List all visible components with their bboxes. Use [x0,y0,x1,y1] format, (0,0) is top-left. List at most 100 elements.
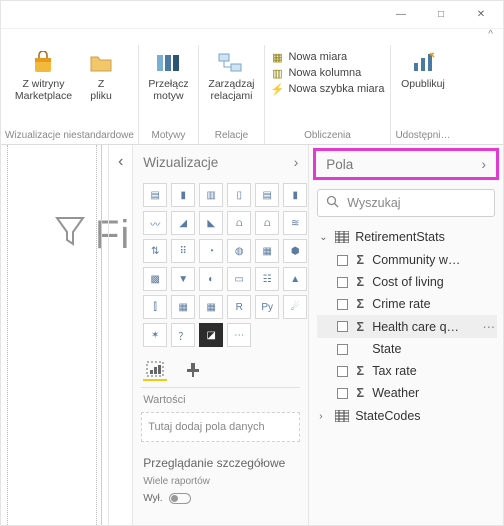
report-canvas-edge [1,145,108,525]
folder-icon [87,50,115,76]
ribbon-collapse-caret-icon[interactable]: ^ [488,29,493,45]
window-minimize-button[interactable]: — [381,1,421,29]
viz-type-table[interactable]: ▦ [171,295,195,319]
viz-type-scatter[interactable]: ⠿ [171,239,195,263]
viz-type-py-visual[interactable]: Py [255,295,279,319]
viz-type-ribbon[interactable]: ≋ [283,211,307,235]
marketplace-button[interactable]: Z witryny Marketplace [15,48,72,128]
chevron-left-icon: ‹ [118,153,123,171]
field-checkbox[interactable] [337,388,348,399]
viz-type-100-column[interactable]: ▮ [283,183,307,207]
field-checkbox[interactable] [337,277,348,288]
viz-type-funnel[interactable]: ▼ [171,267,195,291]
viz-type-clustered-bar[interactable]: ▥ [199,183,223,207]
manage-relationships-label: Zarządzaj relacjami [208,78,254,102]
field-label: Community w… [372,253,495,267]
visualizations-panel: Wizualizacje › ▤▮▥▯▤▮〰◢◣⩍⩍≋⇅⠿◔◍▦⬢▩▼◐▭☷▲⫿… [132,145,308,525]
viz-type-line-stacked[interactable]: ⩍ [227,211,251,235]
caret-icon: ⌄ [319,232,329,243]
field-checkbox[interactable] [337,299,348,310]
viz-type-stacked-column[interactable]: ▮ [171,183,195,207]
viz-type-clustered-column[interactable]: ▯ [227,183,251,207]
field-row[interactable]: State [317,338,497,360]
viz-type-slicer[interactable]: ⫿ [143,295,167,319]
field-checkbox[interactable] [337,344,348,355]
new-measure-button[interactable]: ▦ Nowa miara [270,50,384,64]
visualizations-title: Wizualizacje [143,155,218,170]
field-row[interactable]: Σ Health care q… ⋯ [317,315,497,338]
visualization-type-grid: ▤▮▥▯▤▮〰◢◣⩍⩍≋⇅⠿◔◍▦⬢▩▼◐▭☷▲⫿▦▦RPy☄✶？◪⋯ [133,179,308,353]
viz-type-treemap[interactable]: ▦ [255,239,279,263]
viz-type-pie[interactable]: ◔ [199,239,223,263]
search-icon [326,195,339,211]
viz-type-multi-card[interactable]: ☷ [255,267,279,291]
field-label: Health care q… [372,320,476,334]
field-row[interactable]: ΣCost of living [317,271,497,293]
from-file-button[interactable]: Z pliku [78,48,124,128]
group-caption-calc: Obliczenia [304,128,351,144]
window-close-button[interactable]: ✕ [461,1,501,29]
viz-type-key-influencers[interactable]: ☄ [283,295,307,319]
from-file-label: Z pliku [90,78,112,102]
fields-tab-button[interactable] [143,359,167,381]
field-label: Weather [372,386,495,400]
viz-type-more[interactable]: ⋯ [227,323,251,347]
switch-theme-button[interactable]: Przełącz motyw [145,48,191,128]
viz-type-area[interactable]: ◢ [171,211,195,235]
quick-measure-button[interactable]: ⚡ Nowa szybka miara [270,82,384,96]
fields-title: Pola [326,157,353,172]
field-row[interactable]: ΣTax rate [317,360,497,382]
field-checkbox[interactable] [337,321,348,332]
group-caption-themes: Motywy [152,128,186,144]
viz-type-line-clustered[interactable]: ⩍ [255,211,279,235]
viz-type-gauge[interactable]: ◐ [199,267,223,291]
sigma-icon: Σ [354,320,366,334]
field-label: Crime rate [372,297,495,311]
fields-tree: ⌄RetirementStatsΣCommunity w…ΣCost of li… [309,223,503,434]
values-drop-well[interactable]: Tutaj dodaj pola danych [141,412,300,442]
cross-report-toggle[interactable] [169,493,191,504]
viz-type-stacked-bar[interactable]: ▤ [143,183,167,207]
table-icon [335,410,349,422]
quick-measure-icon: ⚡ [270,82,284,96]
field-row[interactable]: ΣWeather [317,382,497,404]
caret-icon: › [319,411,329,422]
viz-type-filled-map[interactable]: ▩ [143,267,167,291]
viz-type-card[interactable]: ▭ [227,267,251,291]
drill-sub-label: Wiele raportów [133,472,308,491]
viz-type-map[interactable]: ⬢ [283,239,307,263]
viz-type-matrix[interactable]: ▦ [199,295,223,319]
viz-type-line[interactable]: 〰 [143,211,167,235]
sigma-icon: Σ [354,275,366,289]
window-maximize-button[interactable]: □ [421,1,461,29]
more-icon[interactable]: ⋯ [483,319,496,334]
field-row[interactable]: ΣCommunity w… [317,249,497,271]
manage-relationships-button[interactable]: Zarządzaj relacjami [208,48,254,128]
filters-collapse-handle[interactable]: ‹ [108,145,132,525]
viz-type-custom[interactable]: ◪ [199,323,223,347]
field-checkbox[interactable] [337,366,348,377]
viz-type-stacked-area[interactable]: ◣ [199,211,223,235]
format-tab-button[interactable] [181,359,205,381]
chevron-right-icon: › [482,157,487,172]
group-caption-relations: Relacje [215,128,248,144]
fields-search-input[interactable]: Wyszukaj [317,189,495,217]
table-statecodes[interactable]: ›StateCodes [317,404,497,428]
visualizations-header[interactable]: Wizualizacje › [133,145,308,179]
marketplace-label: Z witryny Marketplace [15,78,72,102]
field-checkbox[interactable] [337,255,348,266]
viz-type-r-visual[interactable]: R [227,295,251,319]
fields-header[interactable]: Pola › [313,148,499,180]
viz-type-decomp[interactable]: ✶ [143,323,167,347]
table-retirementstats[interactable]: ⌄RetirementStats [317,225,497,249]
viz-type-donut[interactable]: ◍ [227,239,251,263]
viz-type-waterfall[interactable]: ⇅ [143,239,167,263]
new-column-button[interactable]: ▥ Nowa kolumna [270,66,384,80]
publish-button[interactable]: Opublikuj [400,48,446,128]
field-row[interactable]: ΣCrime rate [317,293,497,315]
viz-type-100-bar[interactable]: ▤ [255,183,279,207]
new-column-label: Nowa kolumna [288,67,361,79]
search-placeholder: Wyszukaj [347,196,400,210]
viz-type-qna[interactable]: ？ [171,323,195,347]
viz-type-kpi[interactable]: ▲ [283,267,307,291]
